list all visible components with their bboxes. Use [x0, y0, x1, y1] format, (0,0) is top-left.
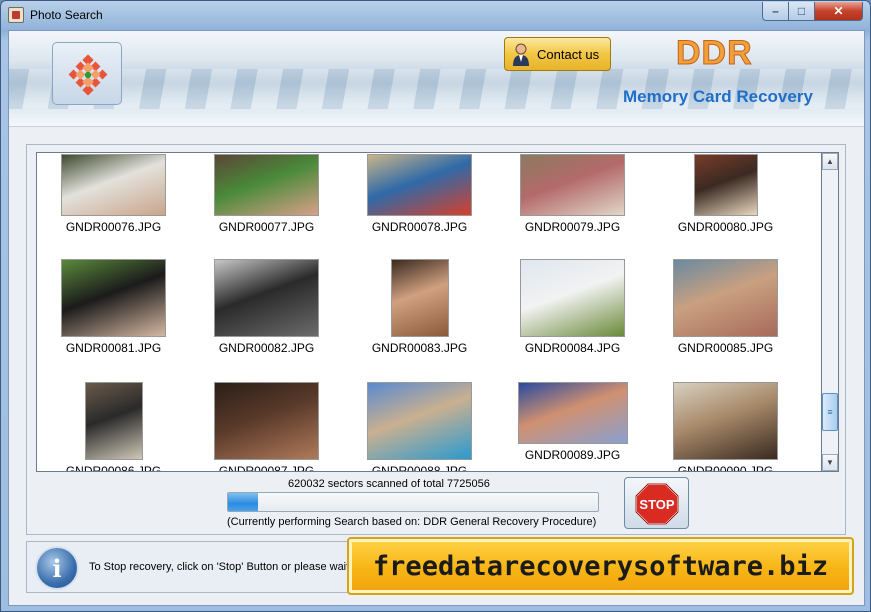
current-procedure-text: (Currently performing Search based on: D…: [227, 516, 597, 528]
scroll-up-button[interactable]: ▲: [822, 153, 838, 170]
photo-filename: GNDR00081.JPG: [65, 341, 162, 355]
photo-item[interactable]: GNDR00084.JPG: [496, 259, 649, 355]
minimize-icon: –: [772, 4, 779, 18]
scan-progress-bar: [227, 492, 599, 512]
photo-filename: GNDR00083.JPG: [371, 341, 468, 355]
photo-filename: GNDR00082.JPG: [218, 341, 315, 355]
photo-item[interactable]: GNDR00083.JPG: [343, 259, 496, 355]
photo-thumbnail[interactable]: [517, 382, 628, 444]
main-content: Contact us DDR Memory Card Recovery GNDR…: [8, 30, 865, 606]
window-title: Photo Search: [30, 8, 103, 22]
photo-item[interactable]: GNDR00085.JPG: [649, 259, 802, 355]
photo-item[interactable]: GNDR00077.JPG: [190, 154, 343, 234]
photo-filename: GNDR00078.JPG: [371, 220, 468, 234]
app-window: Photo Search – □ ✕ Contact us DDR Memory…: [0, 0, 871, 612]
photo-filename: GNDR00090.JPG: [677, 464, 774, 472]
scroll-thumb[interactable]: ≡: [822, 393, 838, 431]
photo-filename: GNDR00085.JPG: [677, 341, 774, 355]
brand-logo: DDR: [676, 34, 753, 73]
photo-filename: GNDR00088.JPG: [371, 464, 468, 472]
close-button[interactable]: ✕: [814, 2, 863, 21]
close-icon: ✕: [833, 4, 844, 18]
vertical-scrollbar[interactable]: ▲ ≡ ▼: [822, 152, 839, 472]
photo-thumbnail[interactable]: [367, 154, 472, 216]
stop-button[interactable]: STOP: [624, 477, 689, 529]
photo-filename: GNDR00084.JPG: [524, 341, 621, 355]
photo-thumbnail[interactable]: [520, 259, 625, 337]
photo-thumbnail[interactable]: [61, 259, 166, 337]
minimize-button[interactable]: –: [762, 2, 789, 21]
person-icon: [513, 43, 529, 66]
photo-item[interactable]: GNDR00076.JPG: [37, 154, 190, 234]
title-bar[interactable]: Photo Search – □ ✕: [1, 1, 870, 29]
photo-filename: GNDR00079.JPG: [524, 220, 621, 234]
photo-thumbnail[interactable]: [84, 382, 143, 460]
photo-thumbnail[interactable]: [390, 259, 449, 337]
contact-us-label: Contact us: [537, 46, 600, 62]
photo-item[interactable]: GNDR00082.JPG: [190, 259, 343, 355]
watermark-banner: freedatarecoverysoftware.biz: [347, 537, 854, 595]
photo-thumbnail[interactable]: [214, 259, 319, 337]
logo-button[interactable]: [52, 42, 122, 105]
header-banner: Contact us DDR Memory Card Recovery: [9, 31, 864, 127]
photo-item[interactable]: GNDR00090.JPG: [649, 382, 802, 472]
results-panel: GNDR00076.JPG GNDR00077.JPG GNDR00078.JPG G…: [26, 144, 846, 535]
photo-item[interactable]: GNDR00088.JPG: [343, 382, 496, 472]
photo-filename: GNDR00086.JPG: [65, 464, 162, 472]
photo-filename: GNDR00089.JPG: [524, 448, 621, 462]
photo-item[interactable]: GNDR00087.JPG: [190, 382, 343, 472]
scroll-down-button[interactable]: ▼: [822, 454, 838, 471]
photo-thumbnail[interactable]: [367, 382, 472, 460]
photo-item[interactable]: GNDR00078.JPG: [343, 154, 496, 234]
contact-us-button[interactable]: Contact us: [504, 37, 611, 71]
photo-item[interactable]: GNDR00086.JPG: [37, 382, 190, 472]
stop-label: STOP: [639, 497, 674, 512]
progress-fill: [228, 493, 258, 511]
photo-filename: GNDR00076.JPG: [65, 220, 162, 234]
photo-thumbnail[interactable]: [673, 259, 778, 337]
photo-thumbnail[interactable]: [673, 382, 778, 460]
logo-icon: [68, 54, 108, 96]
photo-thumbnail[interactable]: [214, 382, 319, 460]
photo-item[interactable]: GNDR00080.JPG: [649, 154, 802, 234]
maximize-button[interactable]: □: [788, 2, 815, 21]
product-name: Memory Card Recovery: [623, 87, 813, 106]
photo-item[interactable]: GNDR00081.JPG: [37, 259, 190, 355]
photo-item[interactable]: GNDR00079.JPG: [496, 154, 649, 234]
photo-thumbnail[interactable]: [61, 154, 166, 216]
photo-filename: GNDR00080.JPG: [677, 220, 774, 234]
photo-thumbnail[interactable]: [520, 154, 625, 216]
photo-filename: GNDR00077.JPG: [218, 220, 315, 234]
scan-status-text: 620032 sectors scanned of total 7725056: [288, 478, 490, 490]
photo-grid[interactable]: GNDR00076.JPG GNDR00077.JPG GNDR00078.JPG G…: [36, 152, 822, 472]
app-icon: [8, 7, 24, 23]
info-icon: i: [35, 546, 79, 590]
photo-item[interactable]: GNDR00089.JPG: [496, 382, 649, 462]
stop-sign-icon: STOP: [635, 483, 679, 525]
photo-thumbnail[interactable]: [214, 154, 319, 216]
photo-filename: GNDR00087.JPG: [218, 464, 315, 472]
photo-thumbnail[interactable]: [693, 154, 758, 216]
maximize-icon: □: [797, 4, 806, 18]
